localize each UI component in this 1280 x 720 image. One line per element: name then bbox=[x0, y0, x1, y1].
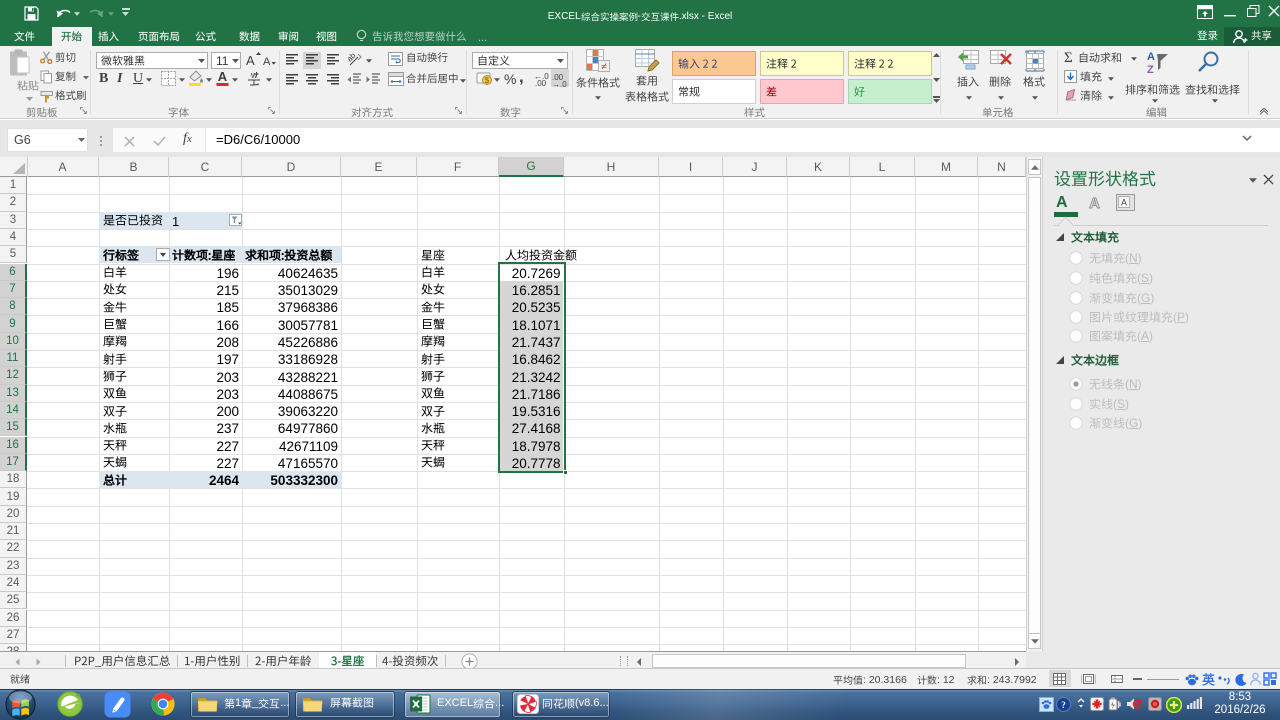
svg-text:$: $ bbox=[485, 76, 490, 85]
svg-text:Z: Z bbox=[1147, 64, 1154, 75]
svg-text:A: A bbox=[1121, 198, 1127, 208]
svg-text:ab: ab bbox=[348, 52, 358, 64]
svg-text:→.0: →.0 bbox=[552, 80, 567, 87]
svg-text:A: A bbox=[1147, 51, 1155, 63]
svg-text:A: A bbox=[1089, 195, 1100, 211]
svg-text:.00: .00 bbox=[535, 79, 547, 86]
svg-text:A: A bbox=[246, 53, 255, 67]
svg-text:A: A bbox=[263, 56, 271, 67]
svg-text:?: ? bbox=[1061, 700, 1066, 710]
svg-text:A: A bbox=[218, 70, 228, 84]
